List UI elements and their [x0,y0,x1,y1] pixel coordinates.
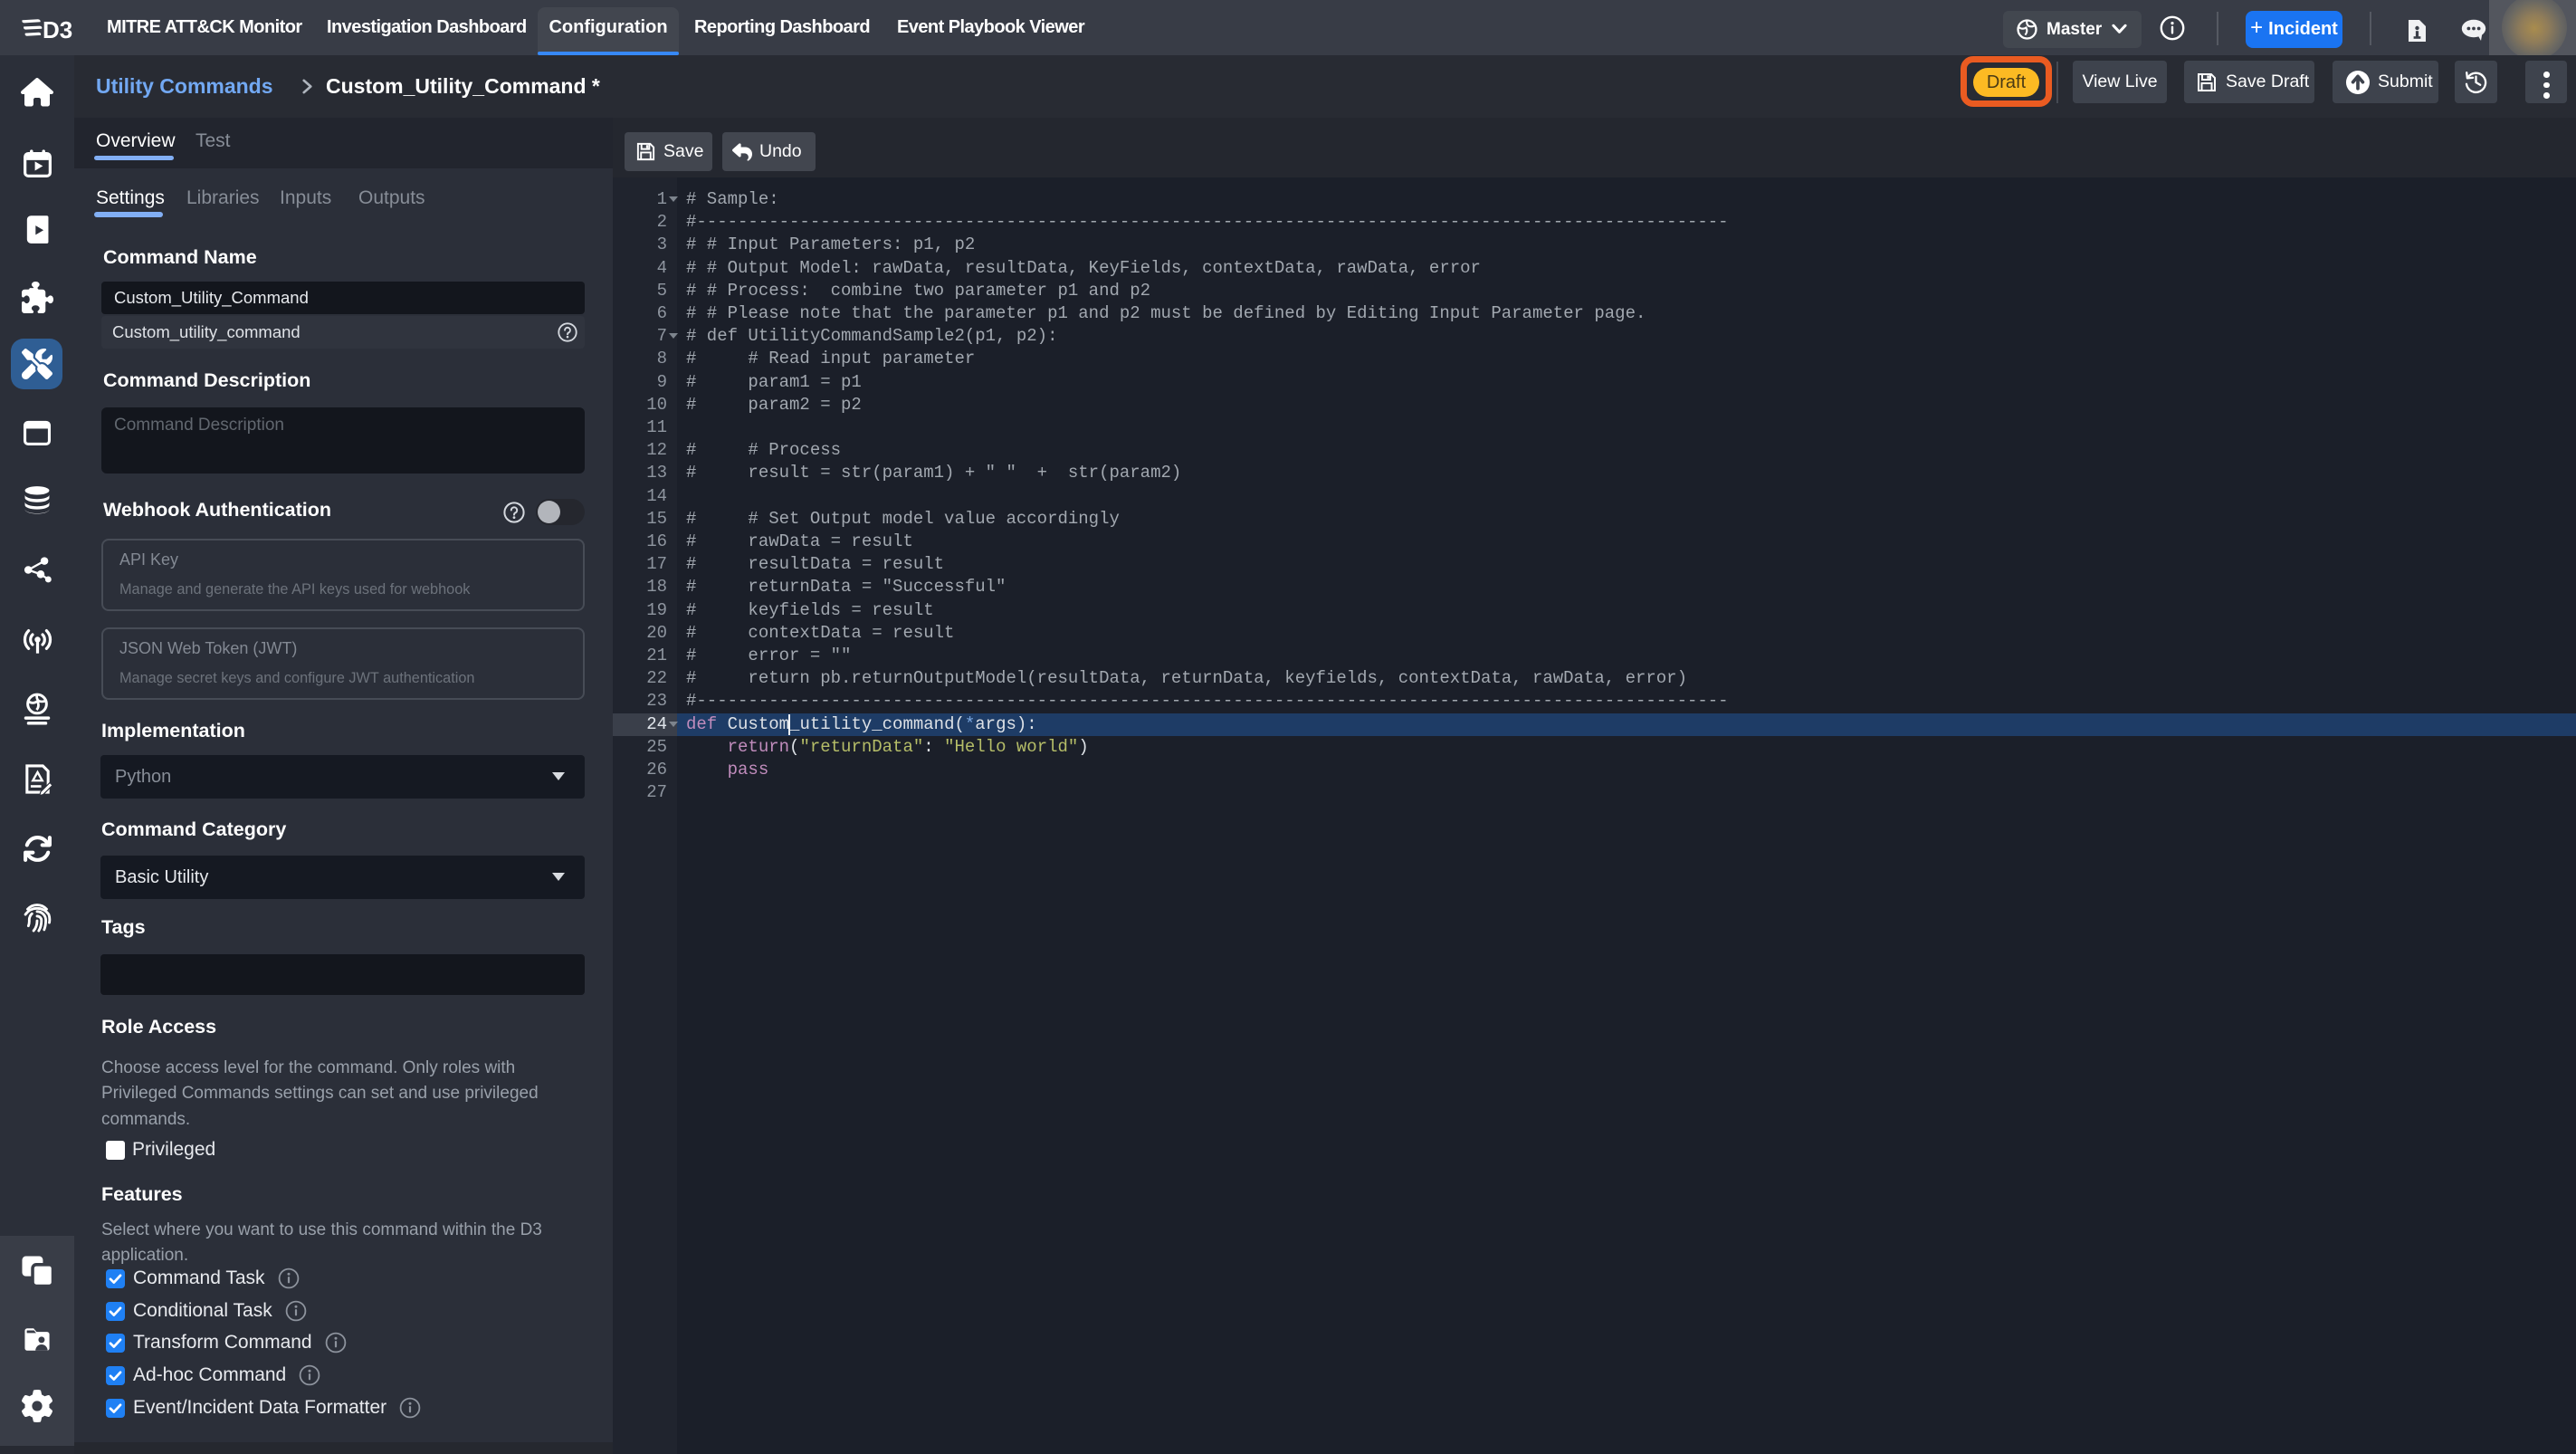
svg-text:D3: D3 [43,16,72,41]
